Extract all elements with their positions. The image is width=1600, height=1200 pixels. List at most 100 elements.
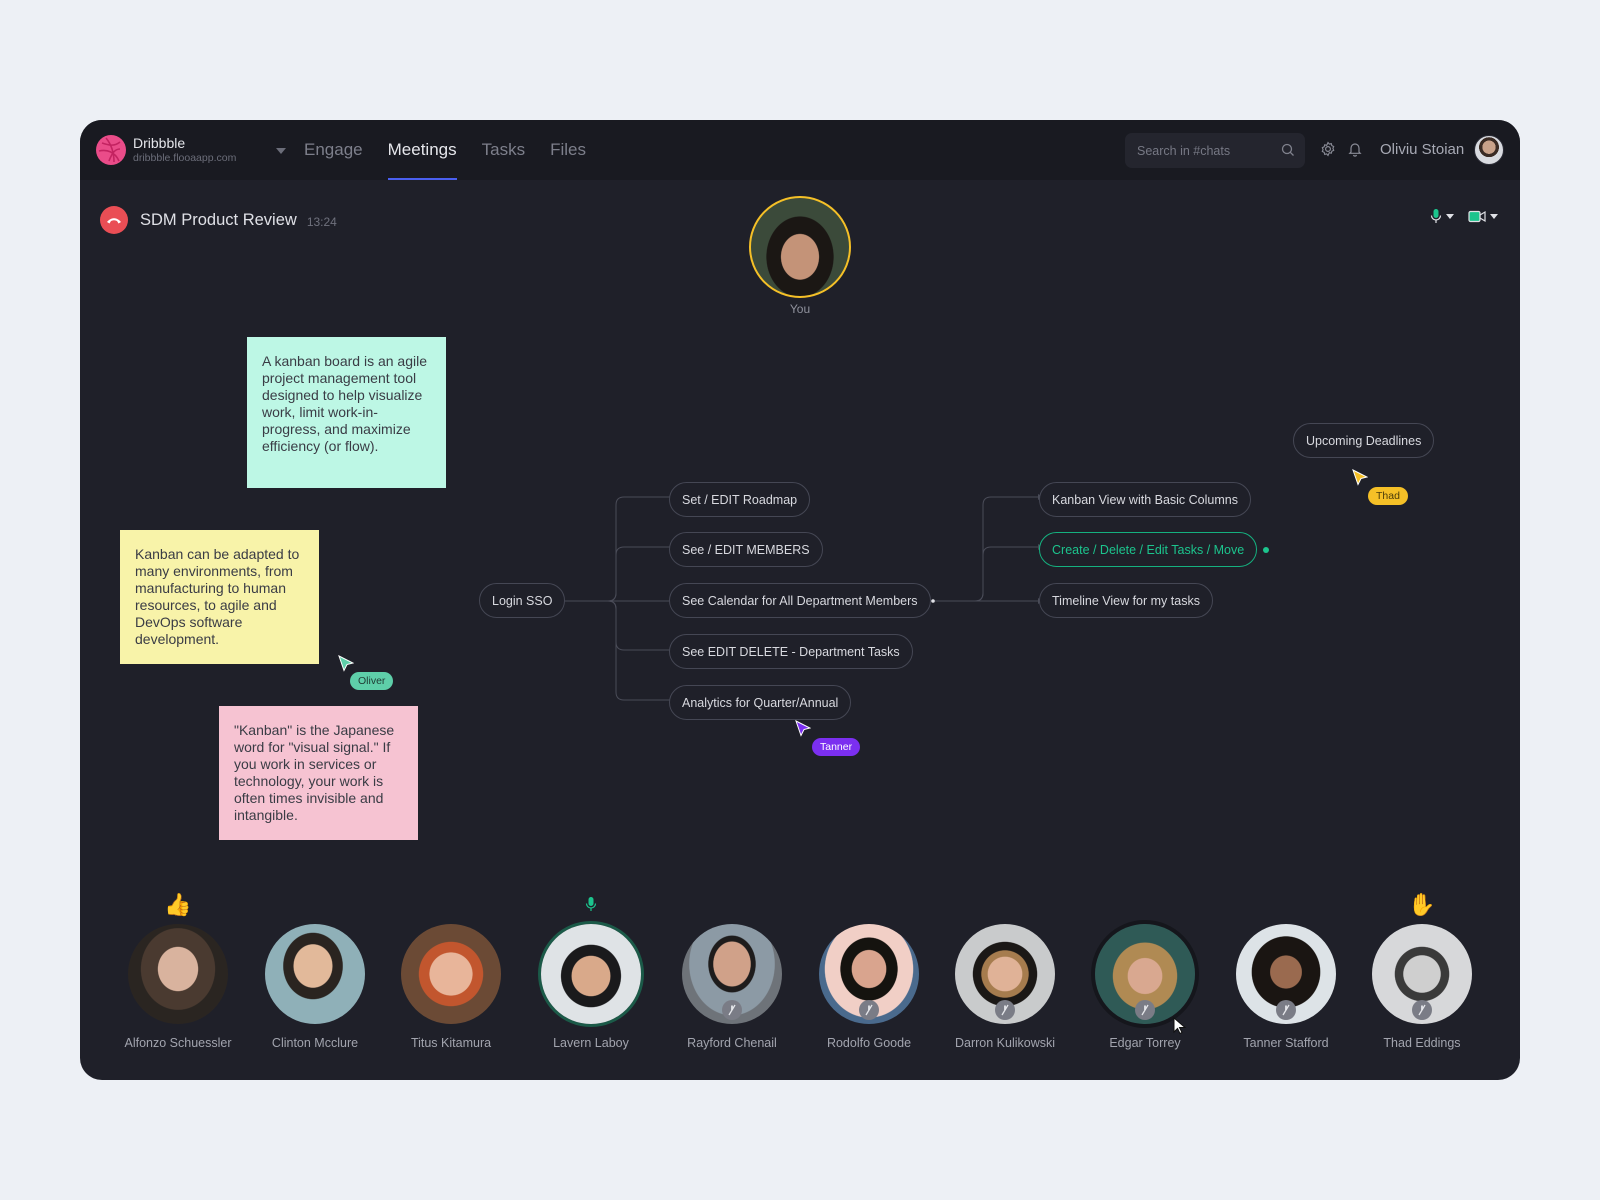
camera-toggle[interactable]	[1468, 210, 1498, 223]
participant-tile[interactable]: Edgar Torrey	[1080, 890, 1210, 1050]
connector	[933, 546, 1038, 602]
mindmap-node[interactable]: See Calendar for All Department Members	[669, 583, 931, 618]
avatar	[955, 924, 1055, 1024]
participant-tile[interactable]: 👍 Alfonzo Schuessler	[113, 890, 243, 1050]
meeting-title: SDM Product Review	[140, 210, 297, 229]
tab-tasks[interactable]: Tasks	[482, 120, 525, 180]
app-window: Dribbble dribbble.flooaapp.com Engage Me…	[80, 120, 1520, 1080]
participant-name: Alfonzo Schuessler	[124, 1036, 232, 1050]
participant-tile[interactable]: Clinton Mcclure	[250, 890, 380, 1050]
participant-name: Tanner Stafford	[1243, 1036, 1329, 1050]
muted-mic-icon	[1135, 1000, 1155, 1020]
top-bar: Dribbble dribbble.flooaapp.com Engage Me…	[80, 120, 1520, 180]
participant-tile[interactable]: Rayford Chenail	[667, 890, 797, 1050]
participant-name: Clinton Mcclure	[271, 1036, 359, 1050]
mindmap-node[interactable]: Timeline View for my tasks	[1039, 583, 1213, 618]
participant-tile[interactable]: Titus Kitamura	[386, 890, 516, 1050]
remote-cursor-oliver: Oliver	[338, 655, 394, 690]
participant-name: Thad Eddings	[1383, 1036, 1461, 1050]
user-name[interactable]: Oliviu Stoian	[1380, 141, 1464, 158]
raised-hand-icon: ✋	[1408, 892, 1436, 917]
meeting-timer: 13:24	[306, 214, 337, 229]
self-avatar	[749, 196, 851, 298]
avatar	[682, 924, 782, 1024]
connector	[561, 546, 670, 602]
mindmap-root-node[interactable]: Login SSO	[479, 583, 566, 618]
connector	[933, 496, 1038, 602]
connector-dot	[931, 599, 935, 603]
remote-cursor-tanner: Tanner	[795, 720, 861, 756]
muted-mic-icon	[722, 1000, 742, 1020]
participant-tile[interactable]: Darron Kulikowski	[940, 890, 1070, 1050]
chevron-down-icon[interactable]	[1490, 213, 1498, 219]
meeting-header: SDM Product Review 13:24	[100, 206, 337, 234]
mindmap-node[interactable]: Set / EDIT Roadmap	[669, 482, 811, 517]
connector	[561, 600, 670, 651]
speaking-mic-icon	[526, 890, 656, 920]
avatar	[1236, 924, 1336, 1024]
self-label: You	[789, 302, 811, 316]
cursor-label: Thad	[1368, 487, 1408, 505]
chevron-down-icon[interactable]	[276, 148, 286, 154]
cursor-arrow-icon	[338, 655, 355, 672]
workspace-switcher[interactable]: Dribbble dribbble.flooaapp.com	[96, 135, 286, 165]
self-video[interactable]: You	[749, 196, 851, 316]
chevron-down-icon[interactable]	[1446, 213, 1454, 219]
cursor-label: Tanner	[812, 738, 861, 756]
participant-name: Titus Kitamura	[410, 1036, 492, 1050]
bell-icon[interactable]	[1347, 141, 1363, 162]
participant-name: Rayford Chenail	[687, 1036, 777, 1050]
avatar	[128, 924, 228, 1024]
mindmap-node[interactable]: See EDIT DELETE - Department Tasks	[669, 634, 913, 669]
microphone-icon	[1430, 209, 1442, 223]
participant-name: Darron Kulikowski	[954, 1036, 1056, 1050]
participant-tile[interactable]: Rodolfo Goode	[804, 890, 934, 1050]
tab-files[interactable]: Files	[550, 120, 586, 180]
microphone-toggle[interactable]	[1430, 208, 1454, 224]
muted-mic-icon	[859, 1000, 879, 1020]
remote-cursor-thad: Thad	[1352, 469, 1408, 505]
mindmap-node[interactable]: Analytics for Quarter/Annual	[669, 685, 852, 720]
phone-hangup-icon	[107, 218, 121, 224]
workspace-name: Dribbble	[133, 135, 186, 152]
cursor-label: Oliver	[350, 672, 394, 690]
gear-icon[interactable]	[1320, 141, 1336, 162]
tab-meetings[interactable]: Meetings	[387, 120, 457, 180]
connector	[561, 600, 670, 701]
mindmap-node-active[interactable]: Create / Delete / Edit Tasks / Move	[1039, 532, 1258, 567]
hang-up-button[interactable]	[100, 206, 128, 234]
media-controls	[1416, 208, 1498, 224]
search-input[interactable]	[1137, 143, 1272, 158]
muted-mic-icon	[995, 1000, 1015, 1020]
dribbble-logo-icon	[96, 135, 126, 165]
participants-strip: 👍 Alfonzo Schuessler Clinton Mcclure Tit…	[80, 890, 1520, 1080]
participant-tile[interactable]: Tanner Stafford	[1221, 890, 1351, 1050]
active-node-dot	[1263, 547, 1269, 553]
avatar	[541, 924, 641, 1024]
cursor-arrow-icon	[1173, 1016, 1187, 1035]
mindmap-node[interactable]: See / EDIT MEMBERS	[669, 532, 823, 567]
local-mouse-cursor	[1173, 1016, 1187, 1040]
mindmap-node[interactable]: Kanban View with Basic Columns	[1039, 482, 1251, 517]
participant-name: Edgar Torrey	[1109, 1036, 1181, 1050]
muted-mic-icon	[1412, 1000, 1432, 1020]
mindmap-floating-node[interactable]: Upcoming Deadlines	[1293, 423, 1435, 458]
video-camera-icon	[1468, 210, 1486, 222]
avatar	[1372, 924, 1472, 1024]
avatar	[1095, 924, 1195, 1024]
cursor-arrow-icon	[1352, 469, 1369, 486]
sticky-note[interactable]: "Kanban" is the Japanese word for "visua…	[219, 706, 418, 840]
muted-mic-icon	[1276, 1000, 1296, 1020]
search-box	[1125, 133, 1305, 168]
sticky-note[interactable]: Kanban can be adapted to many environmen…	[120, 530, 319, 664]
connector	[561, 496, 670, 602]
workspace-url: dribbble.flooaapp.com	[133, 152, 237, 165]
sticky-note[interactable]: A kanban board is an agile project manag…	[247, 337, 446, 488]
participant-tile[interactable]: Lavern Laboy	[526, 890, 656, 1050]
user-avatar[interactable]	[1474, 135, 1504, 165]
cursor-arrow-icon	[795, 720, 812, 737]
tab-engage[interactable]: Engage	[304, 120, 363, 180]
main-nav: Engage Meetings Tasks Files	[304, 120, 611, 180]
participant-tile[interactable]: ✋ Thad Eddings	[1357, 890, 1487, 1050]
search-icon[interactable]	[1281, 143, 1295, 162]
